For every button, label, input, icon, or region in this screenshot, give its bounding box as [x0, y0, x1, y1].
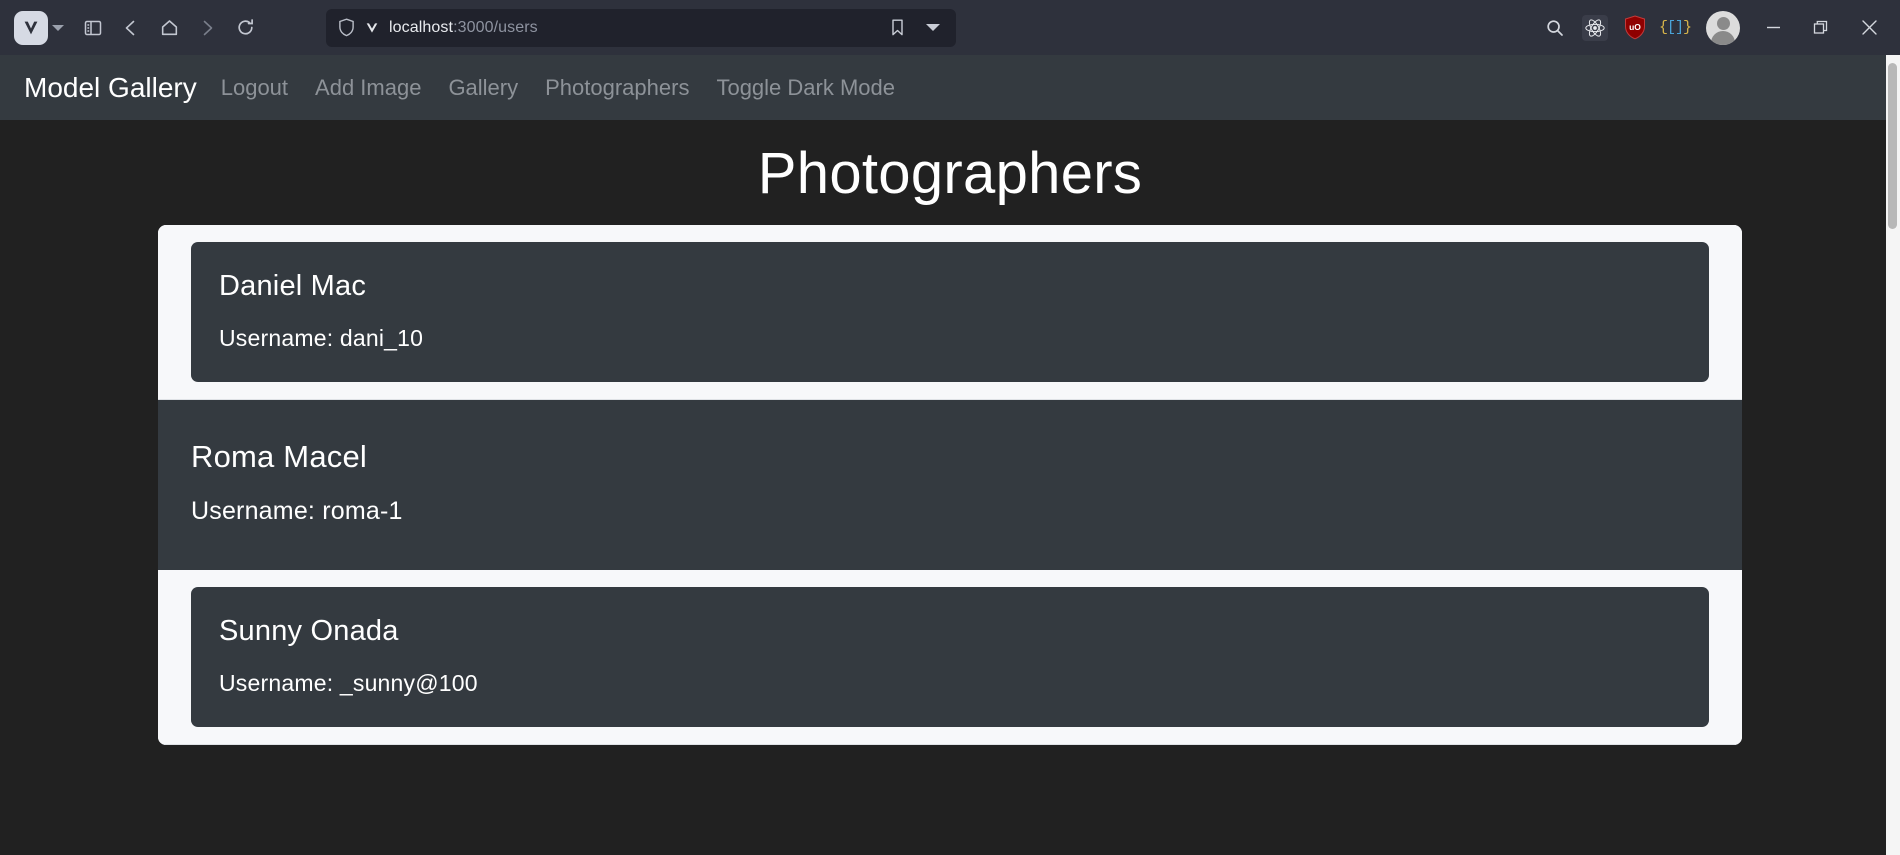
- avatar-head: [1716, 16, 1730, 30]
- svg-text:uO: uO: [1629, 22, 1641, 32]
- photographers-list: Daniel Mac Username: dani_10 Roma Macel …: [158, 225, 1742, 745]
- photographer-username: Username: roma-1: [191, 497, 403, 525]
- url-path: :3000/users: [453, 18, 538, 36]
- photographer-name: Daniel Mac: [219, 270, 367, 302]
- photographer-name: Sunny Onada: [219, 615, 399, 647]
- ublock-origin-icon[interactable]: uO: [1616, 9, 1654, 47]
- vivaldi-menu-chevron-icon[interactable]: [48, 9, 68, 47]
- bookmark-icon[interactable]: [883, 14, 911, 42]
- forward-icon[interactable]: [188, 9, 226, 47]
- photographer-username: Username: dani_10: [219, 325, 424, 351]
- photographer-name: Roma Macel: [191, 439, 367, 474]
- vivaldi-favicon: [366, 22, 378, 33]
- maximize-button[interactable]: [1798, 0, 1844, 55]
- page-viewport: Model Gallery Logout Add Image Gallery P…: [0, 55, 1900, 855]
- photographer-card[interactable]: Roma Macel Username: roma-1: [158, 400, 1742, 570]
- list-item[interactable]: Sunny Onada Username: _sunny@100: [158, 570, 1742, 745]
- json-viewer-glyph: {[]}: [1658, 19, 1692, 36]
- nav-link-add-image[interactable]: Add Image: [315, 75, 421, 101]
- ublock-shield: uO: [1622, 14, 1648, 42]
- navbar-brand[interactable]: Model Gallery: [24, 72, 197, 104]
- url-text: localhost:3000/users: [389, 19, 874, 37]
- scrollbar-thumb[interactable]: [1888, 63, 1897, 229]
- url-host: localhost: [389, 18, 454, 36]
- minimize-button[interactable]: [1750, 0, 1796, 55]
- nav-link-photographers[interactable]: Photographers: [545, 75, 689, 101]
- nav-link-logout[interactable]: Logout: [221, 75, 288, 101]
- panel-toggle-icon[interactable]: [74, 9, 112, 47]
- nav-link-toggle-dark-mode[interactable]: Toggle Dark Mode: [716, 75, 895, 101]
- react-devtools-icon[interactable]: [1576, 9, 1614, 47]
- profile-avatar[interactable]: [1706, 10, 1740, 45]
- page-scrollbar[interactable]: [1886, 55, 1900, 855]
- chevron-down-glyph: [52, 24, 64, 31]
- back-icon[interactable]: [112, 9, 150, 47]
- photographer-username: Username: _sunny@100: [219, 670, 478, 696]
- photographer-card[interactable]: Daniel Mac Username: dani_10: [191, 242, 1709, 382]
- urlbar-dropdown-icon[interactable]: [920, 14, 946, 42]
- home-icon[interactable]: [150, 9, 188, 47]
- page-scroll-container: Photographers Daniel Mac Username: dani_…: [0, 120, 1900, 855]
- page-title: Photographers: [757, 141, 1143, 206]
- chevron-down-glyph: [926, 24, 940, 31]
- ublock-shield-glyph: uO: [1625, 15, 1645, 40]
- list-item[interactable]: Daniel Mac Username: dani_10: [158, 225, 1742, 400]
- vivaldi-menu-icon[interactable]: [14, 10, 48, 45]
- shield-icon: [339, 18, 354, 37]
- react-atom-glyph: [1585, 18, 1605, 37]
- avatar-body: [1711, 30, 1735, 45]
- browser-chrome: localhost:3000/users uO {[]}: [0, 0, 1900, 55]
- nav-link-gallery[interactable]: Gallery: [448, 75, 518, 101]
- json-viewer-icon[interactable]: {[]}: [1656, 9, 1694, 47]
- react-devtools-badge: [1582, 14, 1608, 41]
- vivaldi-logo-glyph: [24, 21, 38, 34]
- search-icon[interactable]: [1536, 9, 1574, 47]
- chrome-right-icons: uO {[]}: [1536, 0, 1892, 55]
- reload-icon[interactable]: [226, 9, 264, 47]
- photographer-card[interactable]: Sunny Onada Username: _sunny@100: [191, 587, 1709, 727]
- address-bar[interactable]: localhost:3000/users: [326, 8, 956, 47]
- site-navbar: Model Gallery Logout Add Image Gallery P…: [0, 55, 1900, 120]
- close-button[interactable]: [1846, 0, 1892, 55]
- list-item[interactable]: Roma Macel Username: roma-1: [158, 400, 1742, 570]
